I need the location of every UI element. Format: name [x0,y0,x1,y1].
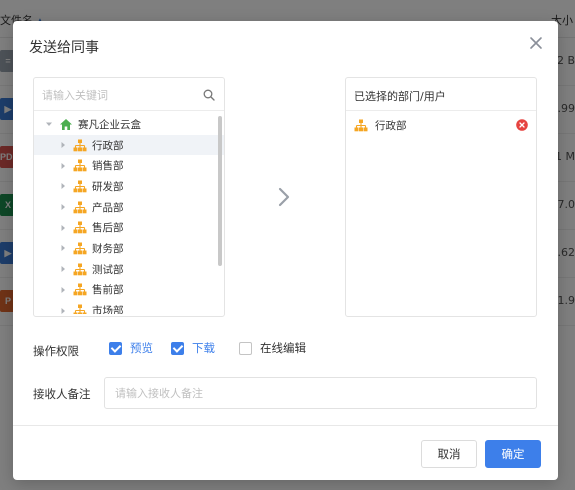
tree-department-node[interactable]: 产品部 [34,197,224,218]
chevron-right-icon[interactable] [277,187,291,207]
tree-root-node[interactable]: 赛凡企业云盒 [34,114,224,135]
online-edit-checkbox-label[interactable]: 在线编辑 [260,340,306,356]
department-label: 财务部 [92,242,124,255]
department-tree-panel: 赛凡企业云盒 行政部销售部研发部产品部售后部财务部测试部售前部市场部 [33,77,225,317]
search-icon[interactable] [203,89,215,101]
dialog-footer: 取消 确定 [13,425,558,480]
tree-department-node[interactable]: 销售部 [34,155,224,176]
department-label: 行政部 [92,139,124,152]
online-edit-checkbox[interactable] [239,341,252,355]
caret-right-icon[interactable] [59,224,67,232]
selected-item: 行政部 [346,112,536,138]
tree-department-node[interactable]: 研发部 [34,176,224,197]
download-checkbox-label[interactable]: 下载 [192,340,215,356]
caret-right-icon[interactable] [59,141,67,149]
org-chart-icon [73,304,87,314]
remark-input[interactable] [104,377,537,409]
preview-checkbox[interactable] [109,341,122,355]
department-label: 测试部 [92,263,124,276]
tree-department-node[interactable]: 售后部 [34,217,224,238]
remove-icon[interactable] [516,119,528,131]
org-chart-icon [73,283,87,296]
org-chart-icon [73,242,87,255]
dialog-title: 发送给同事 [29,40,99,56]
preview-checkbox-group[interactable]: 预览 [109,340,153,356]
org-chart-icon [73,201,87,213]
tree-department-node[interactable]: 市场部 [34,300,224,314]
department-label: 销售部 [92,160,124,173]
org-chart-icon [73,139,87,151]
caret-right-icon[interactable] [59,162,67,170]
tree-scrollbar[interactable] [218,116,222,266]
caret-right-icon[interactable] [59,203,67,211]
confirm-button[interactable]: 确定 [485,440,541,468]
tree-department-node[interactable]: 售前部 [34,280,224,301]
tree-department-node[interactable]: 行政部 [34,134,224,156]
tree-department-node[interactable]: 测试部 [34,259,224,280]
permission-label: 操作权限 [33,344,79,358]
home-icon [60,118,72,130]
department-label: 市场部 [92,305,124,314]
send-to-colleague-dialog: 发送给同事 赛凡企业云盒 行政部销售部研发部产品部售后部财务部测试部售前部市场部 [13,21,558,480]
org-chart-icon [73,180,87,193]
download-checkbox[interactable] [171,341,184,355]
remark-label: 接收人备注 [33,387,91,401]
department-label: 售后部 [92,222,124,235]
caret-right-icon[interactable] [59,182,67,190]
org-chart-icon [354,119,368,131]
selected-panel: 已选择的部门/用户 行政部 [345,77,537,317]
department-label: 研发部 [92,180,124,193]
online-edit-checkbox-group[interactable]: 在线编辑 [239,340,306,356]
download-checkbox-group[interactable]: 下载 [171,340,215,356]
selected-item-label: 行政部 [375,119,407,132]
org-chart-icon [73,263,87,275]
caret-right-icon[interactable] [59,265,67,273]
close-icon[interactable] [528,35,544,51]
caret-right-icon[interactable] [59,244,67,252]
preview-checkbox-label[interactable]: 预览 [130,340,153,356]
caret-down-icon[interactable] [45,120,53,128]
tree-department-node[interactable]: 财务部 [34,238,224,259]
caret-right-icon[interactable] [59,286,67,294]
org-chart-icon [73,159,87,172]
department-label: 产品部 [92,201,124,214]
selected-panel-title: 已选择的部门/用户 [346,78,536,111]
department-label: 售前部 [92,284,124,297]
keyword-search-input[interactable] [42,86,192,104]
tree-search-box [34,78,224,111]
cancel-button[interactable]: 取消 [421,440,477,468]
department-tree: 赛凡企业云盒 行政部销售部研发部产品部售后部财务部测试部售前部市场部 [34,114,224,314]
org-chart-icon [73,221,87,234]
tree-root-label: 赛凡企业云盒 [78,118,141,131]
caret-right-icon[interactable] [59,307,67,314]
